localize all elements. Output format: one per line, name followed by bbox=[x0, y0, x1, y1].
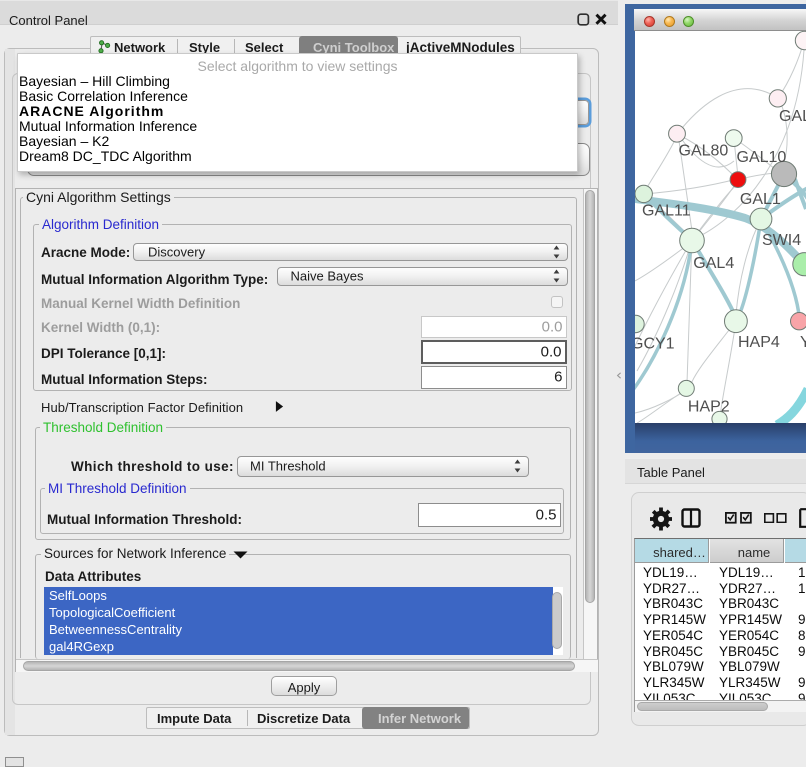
svg-text:GAL10: GAL10 bbox=[737, 149, 787, 166]
svg-text:Y: Y bbox=[800, 334, 806, 351]
svg-text:GAL11: GAL11 bbox=[642, 203, 691, 220]
svg-text:GAL4: GAL4 bbox=[693, 255, 734, 272]
svg-text:GAL: GAL bbox=[779, 108, 806, 125]
svg-text:SWI4: SWI4 bbox=[762, 232, 801, 249]
svg-text:GCY1: GCY1 bbox=[635, 336, 675, 353]
svg-text:GAL80: GAL80 bbox=[679, 142, 729, 159]
svg-text:HAP2: HAP2 bbox=[688, 399, 730, 416]
svg-text:GAL1: GAL1 bbox=[740, 191, 781, 208]
svg-text:HAP4: HAP4 bbox=[738, 334, 780, 351]
